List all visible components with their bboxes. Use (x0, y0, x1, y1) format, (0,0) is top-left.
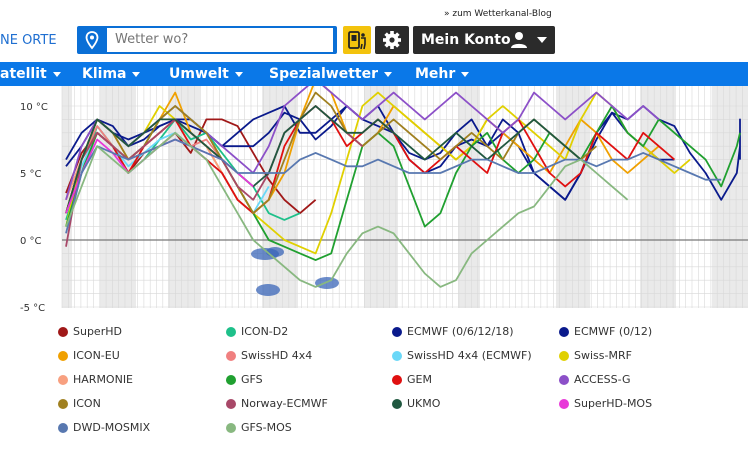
legend-label: Norway-ECMWF (241, 397, 328, 410)
phone-app-icon (348, 31, 366, 50)
y-tick-label: -5 °C (20, 303, 45, 312)
top-header: NE ORTE » zum Wetterkanal-Blog Wetter wo… (0, 0, 748, 62)
location-pin-icon[interactable] (82, 30, 102, 50)
legend-swatch (392, 327, 402, 337)
y-tick-label: 5 °C (20, 169, 42, 180)
legend-label: UKMO (407, 397, 441, 410)
frost-marker (315, 277, 339, 289)
search-input[interactable] (107, 28, 333, 52)
user-icon (509, 30, 529, 60)
legend-swatch (58, 375, 68, 385)
frost-marker (256, 284, 280, 296)
legend-label: SwissHD 4x4 (241, 349, 313, 362)
legend-label: GFS-MOS (241, 421, 292, 434)
chevron-down-icon (132, 71, 141, 77)
legend-swatch (226, 423, 236, 433)
gear-icon (383, 31, 401, 49)
search-icon[interactable] (313, 30, 333, 50)
y-tick-label: 0 °C (20, 236, 42, 247)
legend-swatch (559, 327, 569, 337)
legend-label: ECMWF (0/12) (574, 325, 653, 338)
blog-link[interactable]: » zum Wetterkanal-Blog (444, 9, 552, 19)
settings-button[interactable] (375, 26, 409, 54)
legend-label: SuperHD-MOS (574, 397, 653, 410)
legend-swatch (58, 399, 68, 409)
legend-swatch (559, 375, 569, 385)
legend-label: GFS (241, 373, 263, 386)
nav-item-spezialwetter[interactable]: Spezialwetter (269, 62, 393, 86)
legend-label: SwissHD 4x4 (ECMWF) (407, 349, 532, 362)
legend-label: ICON-D2 (241, 325, 289, 338)
phone-app-button[interactable] (343, 26, 371, 54)
legend-swatch (58, 351, 68, 361)
legend-label: Swiss-MRF (574, 349, 632, 362)
legend-swatch (58, 327, 68, 337)
nav-item-mehr[interactable]: Mehr (415, 62, 470, 86)
account-menu-button[interactable]: Mein Konto (413, 26, 555, 54)
places-link[interactable]: NE ORTE (0, 33, 57, 48)
legend-label: HARMONIE (73, 373, 134, 386)
legend-swatch (226, 375, 236, 385)
legend-label: GEM (407, 373, 432, 386)
legend-label: ACCESS-G (574, 373, 631, 386)
chevron-down-icon (384, 71, 393, 77)
legend-label: ICON (73, 397, 101, 410)
nav-item-klima[interactable]: Klima (82, 62, 141, 86)
chart-legend: SuperHD ICON-D2 ECMWF (0/6/12/18) ECMWF (0/… (0, 318, 748, 450)
legend-swatch (392, 375, 402, 385)
legend-label: SuperHD (73, 325, 122, 338)
legend-swatch (226, 351, 236, 361)
temperature-forecast-chart: 10 °C 5 °C 0 °C -5 °C (20, 86, 748, 312)
account-label: Mein Konto (421, 32, 511, 48)
y-tick-label: 10 °C (20, 102, 48, 113)
legend-label: ECMWF (0/6/12/18) (407, 325, 514, 338)
chevron-down-icon (461, 71, 470, 77)
legend-swatch (559, 399, 569, 409)
legend-swatch (58, 423, 68, 433)
chevron-down-icon (234, 71, 243, 77)
nav-item-satellit[interactable]: atellit (0, 62, 61, 86)
nav-item-umwelt[interactable]: Umwelt (169, 62, 243, 86)
chevron-down-icon (537, 37, 547, 43)
main-navigation: atellit Klima Umwelt Spezialwetter Mehr (0, 62, 748, 86)
frost-marker (266, 247, 284, 257)
legend-swatch (392, 351, 402, 361)
legend-label: ICON-EU (73, 349, 120, 362)
legend-swatch (392, 399, 402, 409)
legend-swatch (226, 327, 236, 337)
legend-swatch (559, 351, 569, 361)
search-bar (77, 26, 337, 54)
chevron-down-icon (52, 71, 61, 77)
legend-swatch (226, 399, 236, 409)
legend-label: DWD-MOSMIX (73, 421, 151, 434)
